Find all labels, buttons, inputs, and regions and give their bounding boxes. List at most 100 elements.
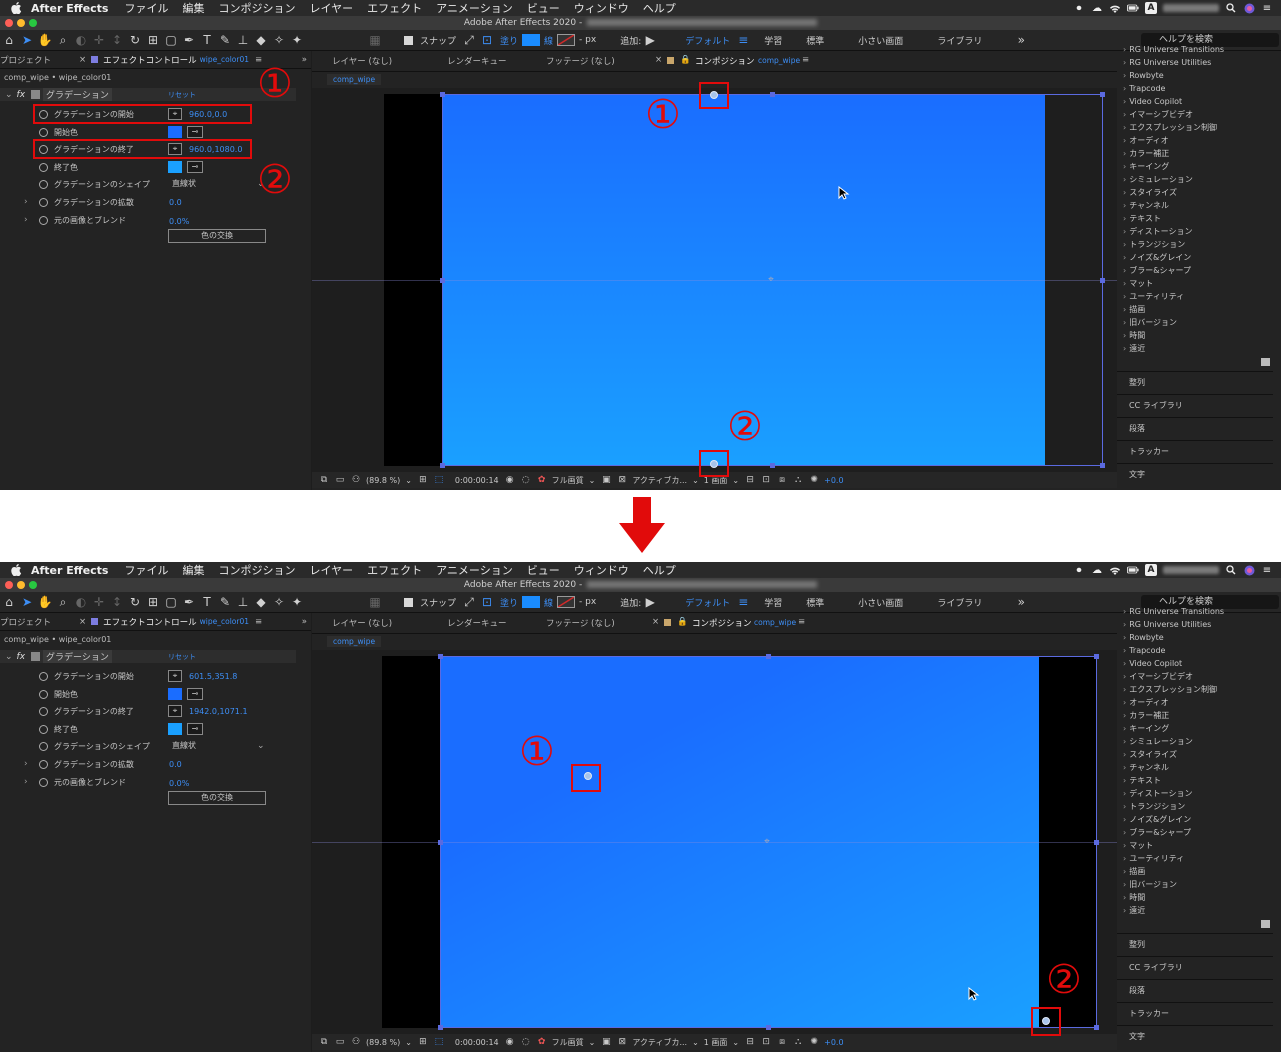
effect-category[interactable]: › エクスプレッション制御 [1123,121,1273,134]
creative-cloud-icon[interactable]: ☁ [1091,2,1103,14]
snapshot-camera-icon[interactable]: ◉ [504,475,516,485]
transform-handle[interactable] [1100,463,1105,468]
menu-view[interactable]: ビュー [527,0,560,16]
effect-category[interactable]: › 旧バージョン [1123,316,1273,329]
menu-window[interactable]: ウィンドウ [574,562,629,578]
flowchart-icon[interactable]: ⧈ [776,1037,788,1047]
workspace-default[interactable]: デフォルト [685,596,730,609]
orbit-camera-icon[interactable]: ◐ [72,593,90,611]
menu-composition[interactable]: コンポジション [218,562,295,578]
stroke-color-swatch[interactable] [557,34,576,46]
effect-category[interactable]: › RG Universe Utilities [1123,618,1273,631]
tab-render-queue[interactable]: レンダーキュー [447,617,507,629]
zoom-tool-icon[interactable]: ⌕ [54,31,72,49]
minimize-window-icon[interactable] [17,581,25,589]
effect-category[interactable]: › オーディオ [1123,696,1273,709]
effect-category[interactable]: › カラー補正 [1123,147,1273,160]
battery-icon[interactable] [1127,564,1139,576]
menu-layer[interactable]: レイヤー [309,0,353,16]
effect-category[interactable]: › ブラー&シャープ [1123,826,1273,839]
menu-animation[interactable]: アニメーション [436,0,513,16]
zoom-select[interactable]: (89.8 %) [366,1038,400,1047]
effect-category[interactable]: › チャンネル [1123,199,1273,212]
effect-category[interactable]: › ノイズ&グレイン [1123,251,1273,264]
workspace-library[interactable]: ライブラリ [937,596,982,609]
expand-arrow-icon[interactable]: › [24,777,28,787]
tab-footage-none[interactable]: フッテージ (なし) [546,55,615,67]
stroke-color-swatch[interactable] [557,596,576,608]
reset-link[interactable]: リセット [168,652,196,662]
blend-value[interactable]: 0.0% [169,217,189,226]
effect-category[interactable]: › RG Universe Transitions [1123,605,1273,618]
menu-composition[interactable]: コンポジション [218,0,295,16]
snap-checkbox[interactable] [404,597,413,607]
end-color-swatch[interactable] [168,723,182,735]
panel-tracker[interactable]: トラッカー [1117,440,1273,462]
workspace-small-screen[interactable]: 小さい画面 [858,34,903,47]
workspace-menu-icon[interactable]: ≡ [734,31,752,49]
expand-arrow-icon[interactable]: › [24,759,28,769]
stopwatch-icon[interactable] [39,706,48,716]
expand-chevron-icon[interactable]: ⌄ [5,652,13,662]
workspace-learn[interactable]: 学習 [764,596,782,609]
effect-category[interactable]: › Trapcode [1123,82,1273,95]
chevron-down-icon[interactable]: ⌄ [732,1038,739,1047]
effect-header-row[interactable]: ⌄ fx グラデーション リセット [0,650,296,663]
menu-help[interactable]: ヘルプ [643,562,676,578]
transform-handle[interactable] [440,463,445,468]
brush-tool-icon[interactable]: ✎ [216,593,234,611]
rectangle-tool-icon[interactable]: ▢ [162,593,180,611]
stopwatch-icon[interactable] [39,162,48,172]
chevron-down-icon[interactable]: ⌄ [405,1038,412,1047]
tab-project[interactable]: プロジェクト [0,54,51,66]
effect-category[interactable]: › Trapcode [1123,644,1273,657]
effect-category[interactable]: › Video Copilot [1123,657,1273,670]
effect-category[interactable]: › ユーティリティ [1123,852,1273,865]
channel-rgb-icon[interactable]: ✿ [536,475,548,485]
transform-handle[interactable] [1094,840,1099,845]
apple-icon[interactable] [10,2,23,15]
chevron-down-icon[interactable]: ⌄ [692,476,699,485]
show-snapshot-icon[interactable]: ◌ [520,475,532,485]
align-icon[interactable]: ▦ [366,31,384,49]
stopwatch-icon[interactable] [39,759,48,769]
spotlight-search-icon[interactable] [1225,564,1237,576]
comp-flowchart-icon[interactable]: ⛬ [792,475,804,485]
wifi-icon[interactable] [1109,2,1121,14]
chevron-down-icon[interactable]: ⌄ [692,1038,699,1047]
tab-render-queue[interactable]: レンダーキュー [447,55,507,67]
panel-paragraph[interactable]: 段落 [1117,979,1273,1001]
panel-menu-icon[interactable]: ≡ [802,55,809,65]
tab-composition[interactable]: コンポジション [692,617,752,629]
camera-select[interactable]: アクティブカ... [632,475,687,486]
tab-layer-none[interactable]: レイヤー (なし) [332,55,392,67]
resolution-icon[interactable]: ⊞ [417,1037,429,1047]
rectangle-tool-icon[interactable]: ▢ [162,31,180,49]
comp-breadcrumb[interactable]: comp_wipe [327,636,382,647]
fill-color-swatch[interactable] [522,34,541,46]
eyedropper-icon[interactable]: ⊸ [187,723,203,735]
hand-tool-icon[interactable]: ✋ [36,31,54,49]
spotlight-search-icon[interactable] [1225,2,1237,14]
panel-overflow-icon[interactable]: » [302,617,307,627]
menu-app-name[interactable]: After Effects [31,2,108,15]
exposure-value[interactable]: +0.0 [824,476,843,485]
expand-chevron-icon[interactable]: ⌄ [5,90,13,100]
show-snapshot-icon[interactable]: ◌ [520,1037,532,1047]
transform-handle[interactable] [770,463,775,468]
chevron-down-icon[interactable]: ⌄ [589,1038,596,1047]
input-source-indicator[interactable]: A [1145,2,1157,14]
new-preset-icon[interactable] [1261,358,1270,366]
scatter-value[interactable]: 0.0 [169,198,182,207]
timeline-icon[interactable]: ⊡ [760,475,772,485]
effect-category[interactable]: › チャンネル [1123,761,1273,774]
views-select[interactable]: 1 画面 [704,1037,728,1048]
always-preview-icon[interactable]: ⧉ [318,475,330,485]
home-icon[interactable]: ⌂ [0,31,18,49]
effect-category[interactable]: › オーディオ [1123,134,1273,147]
menu-effect[interactable]: エフェクト [367,562,422,578]
add-play-icon[interactable]: ▶ [645,593,655,611]
hand-tool-icon[interactable]: ✋ [36,593,54,611]
roto-brush-icon[interactable]: ✧ [270,593,288,611]
effect-category[interactable]: › 時間 [1123,329,1273,342]
